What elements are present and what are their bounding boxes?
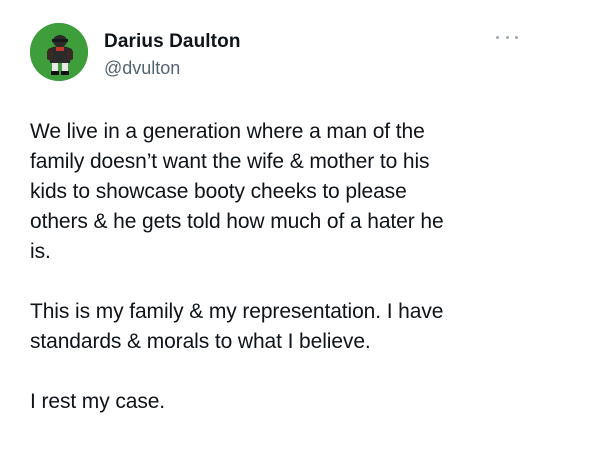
dot [505,35,509,39]
author-handle[interactable]: @dvulton [104,58,180,79]
tweet-text: We live in a generation where a man of t… [30,117,550,417]
avatar-image [30,23,88,81]
tweet-paragraph: This is my family & my representation. I… [30,300,444,353]
tweet-card: Darius Daulton @dvulton We live in a gen… [0,0,595,456]
author-display-name[interactable]: Darius Daulton [104,31,241,53]
tweet-paragraph: We live in a generation where a man of t… [30,120,444,263]
dot [496,35,499,39]
author-avatar[interactable] [30,23,88,81]
tweet-paragraph: I rest my case. [30,390,166,413]
more-options-icon[interactable] [496,30,518,44]
dot [515,35,518,39]
